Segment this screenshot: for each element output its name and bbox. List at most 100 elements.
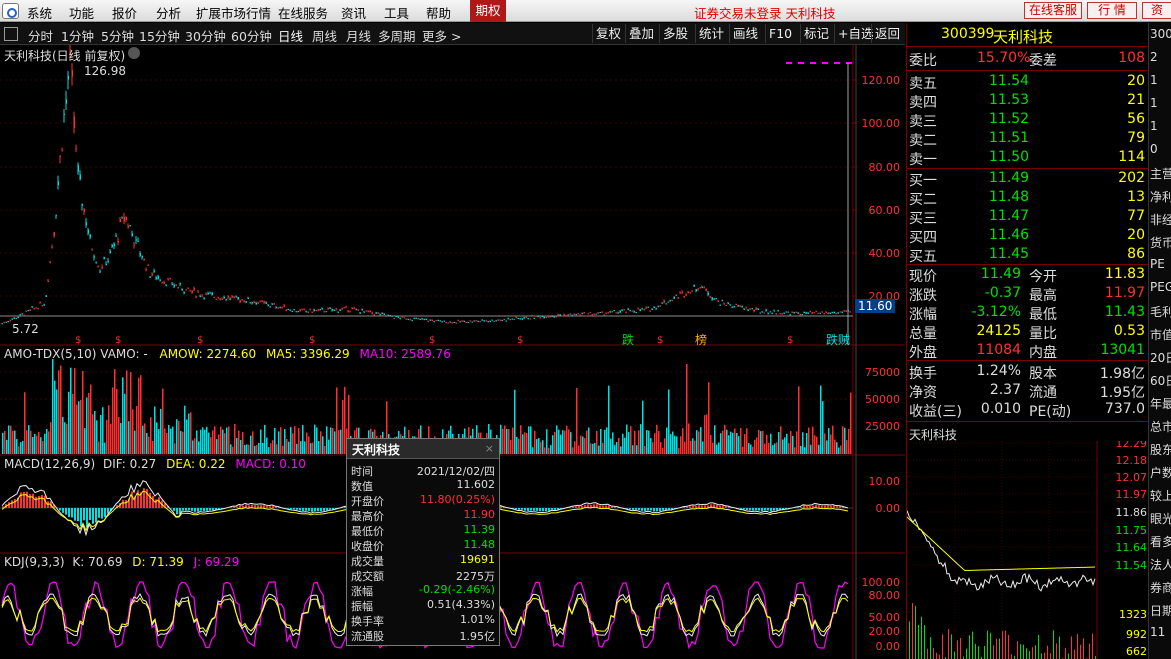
overlay-button[interactable]: 叠加	[625, 24, 657, 43]
candle-body	[773, 310, 775, 312]
side-strip-item[interactable]: PEG	[1150, 280, 1171, 294]
draw-line-button[interactable]: 画线	[729, 24, 761, 43]
ask-row-2[interactable]: 卖二 11.51 79	[907, 130, 1149, 149]
online-service-button[interactable]: 在线客服	[1024, 2, 1082, 19]
stat-row[interactable]: 外盘 11084 内盘 13041	[907, 342, 1149, 361]
ask-row-4[interactable]: 卖四 11.53 21	[907, 92, 1149, 111]
side-strip-item[interactable]: 毛利	[1150, 303, 1171, 320]
tab-daily[interactable]: 日线	[278, 26, 303, 45]
side-strip-item[interactable]: 日期	[1150, 602, 1171, 619]
stat-row[interactable]: 现价 11.49 今开 11.83	[907, 266, 1149, 285]
tab-5min[interactable]: 5分钟	[101, 26, 134, 45]
candle-body	[165, 285, 167, 287]
side-strip-item[interactable]: PE	[1150, 257, 1165, 271]
menu-tools[interactable]: 工具	[384, 3, 409, 22]
stat-row[interactable]: 总量 24125 量比 0.53	[907, 323, 1149, 342]
ask-price: 11.54	[989, 73, 1030, 89]
options-button[interactable]: 期权	[470, 0, 506, 22]
tab-more[interactable]: 更多 >	[422, 26, 461, 45]
side-strip-item[interactable]: 11	[1150, 625, 1165, 639]
side-strip-item[interactable]: 1	[1150, 119, 1158, 133]
trade-button[interactable]: 资	[1142, 2, 1171, 19]
volume-bar	[630, 426, 632, 454]
side-strip-item[interactable]: 货币	[1150, 234, 1171, 251]
data-tooltip-window[interactable]: 天利科技 × 时间 2021/12/02/四 数值 11.602 开盘价 11.80(0.…	[346, 438, 500, 646]
bid-row-3[interactable]: 买三 11.47 77	[907, 208, 1149, 227]
tab-time-share[interactable]: 分时	[28, 26, 53, 45]
side-strip-item[interactable]: 1	[1150, 73, 1158, 87]
bid-row-5[interactable]: 买五 11.45 86	[907, 246, 1149, 265]
bid-row-2[interactable]: 买二 11.48 13	[907, 189, 1149, 208]
side-strip-item[interactable]: 1	[1150, 96, 1158, 110]
fundamental-row[interactable]: 换手 1.24% 股本 1.98亿	[907, 363, 1149, 382]
stat-row[interactable]: 涨幅 -3.12% 最低 11.43	[907, 304, 1149, 323]
app-logo-icon[interactable]	[2, 3, 19, 19]
side-strip-item[interactable]: 300	[1150, 27, 1171, 41]
side-strip-item[interactable]: 0	[1150, 142, 1158, 156]
menu-quote[interactable]: 报价	[112, 3, 137, 22]
event-marker-down[interactable]: 跌	[622, 331, 634, 348]
menu-online-service[interactable]: 在线服务	[278, 3, 328, 22]
market-button[interactable]: 行 情	[1087, 2, 1137, 19]
volume-bar	[642, 400, 644, 454]
close-icon[interactable]: ×	[485, 442, 494, 455]
trade-login-notice[interactable]: 证券交易未登录 天利科技	[694, 3, 835, 22]
menu-function[interactable]: 功能	[69, 3, 94, 22]
tab-15min[interactable]: 15分钟	[139, 26, 180, 45]
side-strip-item[interactable]: 年最	[1150, 395, 1171, 412]
tab-1min[interactable]: 1分钟	[61, 26, 94, 45]
candle-body	[333, 309, 335, 311]
back-button[interactable]: 返回	[871, 24, 903, 43]
side-strip-item[interactable]: 看多	[1150, 533, 1171, 550]
volume-bar	[44, 433, 46, 454]
side-strip-item[interactable]: 较上	[1150, 487, 1171, 504]
menu-ext-market[interactable]: 扩展市场行情	[196, 3, 271, 22]
side-strip-item[interactable]: 2	[1150, 50, 1158, 64]
panel-toggle-icon[interactable]	[4, 27, 18, 41]
menu-news[interactable]: 资讯	[341, 3, 366, 22]
statistics-button[interactable]: 统计	[695, 24, 727, 43]
tab-multi-period[interactable]: 多周期	[378, 26, 416, 45]
ask-row-5[interactable]: 卖五 11.54 20	[907, 73, 1149, 92]
side-strip-item[interactable]: 净利	[1150, 188, 1171, 205]
tab-60min[interactable]: 60分钟	[231, 26, 272, 45]
fundamental-row[interactable]: 收益(三) 0.010 PE(动) 737.0	[907, 401, 1149, 420]
bid-row-1[interactable]: 买一 11.49 202	[907, 170, 1149, 189]
menu-system[interactable]: 系统	[27, 3, 52, 22]
tab-30min[interactable]: 30分钟	[185, 26, 226, 45]
candle-body	[475, 320, 477, 322]
bid-row-4[interactable]: 买四 11.46 20	[907, 227, 1149, 246]
side-strip-item[interactable]: 法人	[1150, 556, 1171, 573]
side-strip-item[interactable]: 60日	[1150, 372, 1171, 389]
ask-row-1[interactable]: 卖一 11.50 114	[907, 149, 1149, 168]
signal-marker: $	[517, 335, 523, 346]
menu-help[interactable]: 帮助	[426, 3, 451, 22]
tab-monthly[interactable]: 月线	[346, 26, 371, 45]
stat-row[interactable]: 涨跌 -0.37 最高 11.97	[907, 285, 1149, 304]
event-marker-rank[interactable]: 榜	[695, 331, 707, 348]
event-marker-down2[interactable]: 跌	[826, 331, 838, 348]
side-strip-item[interactable]: 眼光	[1150, 510, 1171, 527]
side-strip-item[interactable]: 券商	[1150, 579, 1171, 596]
tab-weekly[interactable]: 周线	[312, 26, 337, 45]
event-marker-thief[interactable]: 贼	[838, 331, 850, 348]
side-strip-item[interactable]: 总市	[1150, 418, 1171, 435]
multi-stock-button[interactable]: 多股	[659, 24, 691, 43]
menu-analysis[interactable]: 分析	[156, 3, 181, 22]
volume-bar	[618, 437, 620, 454]
stat-label: 现价	[909, 269, 937, 285]
f10-button[interactable]: F10	[765, 24, 795, 43]
adjust-button[interactable]: 复权	[592, 24, 624, 43]
side-strip-item[interactable]: 股东	[1150, 441, 1171, 458]
candle-body	[347, 310, 349, 312]
side-strip-item[interactable]: 主营	[1150, 165, 1171, 182]
intraday-mini-chart[interactable]: 12.29 12.18 12.07 11.97 11.86 11.75 11.64 11.54…	[907, 441, 1149, 659]
ask-row-3[interactable]: 卖三 11.52 56	[907, 111, 1149, 130]
side-strip-item[interactable]: 20日	[1150, 349, 1171, 366]
chevron-down-icon[interactable]	[128, 47, 140, 59]
mark-button[interactable]: 标记	[800, 24, 832, 43]
side-strip-item[interactable]: 市值	[1150, 326, 1171, 343]
side-strip-item[interactable]: 户数	[1150, 464, 1171, 481]
fundamental-row[interactable]: 净资 2.37 流通 1.95亿	[907, 382, 1149, 401]
side-strip-item[interactable]: 非经	[1150, 211, 1171, 228]
